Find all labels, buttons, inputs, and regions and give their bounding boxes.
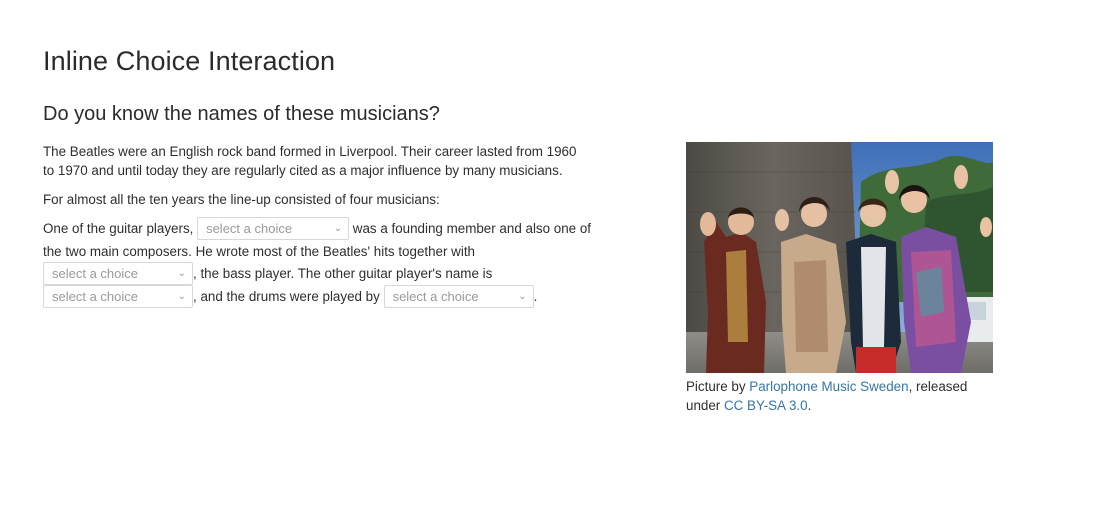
chevron-down-icon: ⌄ <box>518 290 527 302</box>
choice-select-4-value: select a choice <box>392 288 479 304</box>
sentence-part-3: , the bass player. The other guitar play… <box>193 266 493 281</box>
inline-choice-paragraph: One of the guitar players, select a choi… <box>43 217 591 308</box>
choice-select-3[interactable]: select a choice ⌄ <box>43 284 193 308</box>
question-prompt: Do you know the names of these musicians… <box>43 103 440 125</box>
choice-select-1-value: select a choice <box>206 221 293 237</box>
page-title: Inline Choice Interaction <box>43 46 336 76</box>
choice-select-1[interactable]: select a choice ⌄ <box>197 217 350 241</box>
caption-prefix: Picture by <box>686 379 750 394</box>
chevron-down-icon: ⌄ <box>177 290 186 302</box>
band-photo <box>686 142 993 373</box>
caption-author-link[interactable]: Parlophone Music Sweden <box>749 379 908 394</box>
sentence-part-1: One of the guitar players, <box>43 221 198 236</box>
choice-select-4[interactable]: select a choice ⌄ <box>383 284 534 308</box>
sentence-part-5: . <box>533 288 538 304</box>
choice-select-2[interactable]: select a choice ⌄ <box>43 262 193 286</box>
figure: Picture by Parlophone Music Sweden, rele… <box>686 142 993 415</box>
intro-paragraph: The Beatles were an English rock band fo… <box>43 144 577 178</box>
caption-suffix: . <box>807 398 812 413</box>
lineup-paragraph: For almost all the ten years the line-up… <box>43 192 440 207</box>
choice-select-2-value: select a choice <box>52 266 138 282</box>
caption-license-link[interactable]: CC BY-SA 3.0 <box>724 398 808 413</box>
question-body: The Beatles were an English rock band fo… <box>43 142 591 318</box>
choice-select-3-value: select a choice <box>52 288 138 304</box>
photo-caption: Picture by Parlophone Music Sweden, rele… <box>686 377 976 415</box>
sentence-part-4: , and the drums were played by <box>193 288 384 304</box>
chevron-down-icon: ⌄ <box>333 223 343 235</box>
chevron-down-icon: ⌄ <box>177 268 186 280</box>
